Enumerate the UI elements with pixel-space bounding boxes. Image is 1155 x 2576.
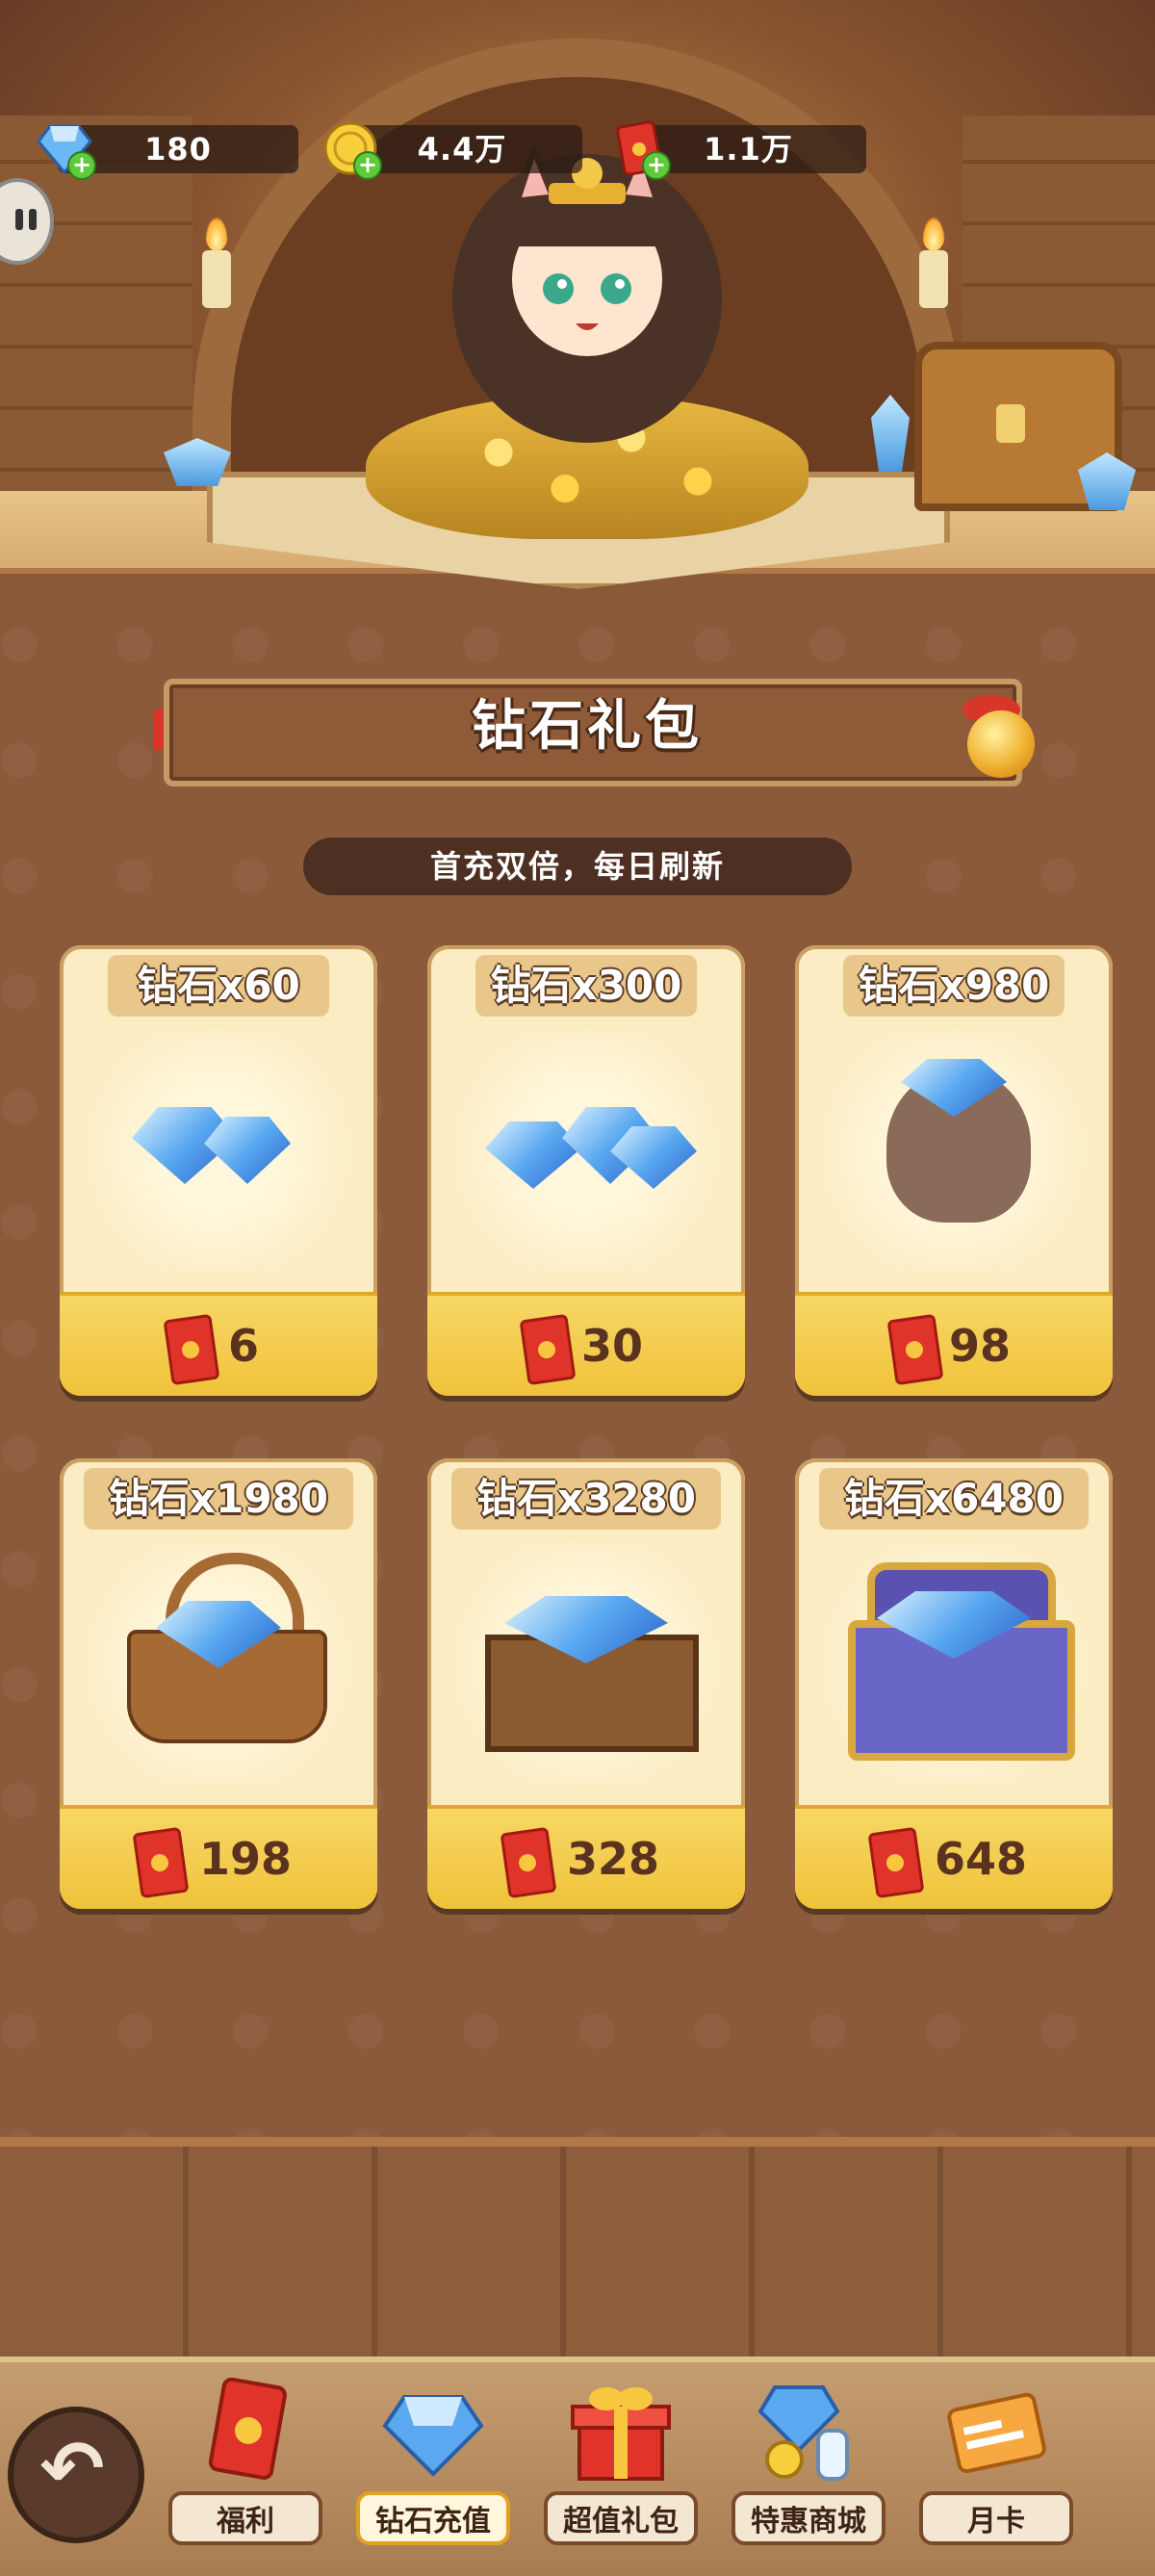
package-card[interactable]: 钻石x3280 328 (427, 1458, 745, 1909)
candle-icon (202, 250, 231, 308)
package-price: 30 (581, 1320, 644, 1372)
candle-icon (919, 250, 948, 308)
package-label: 钻石x3280 (476, 1475, 696, 1522)
bell-icon (967, 710, 1035, 778)
hero-scene (0, 0, 1155, 635)
red-envelope-icon (886, 1313, 944, 1386)
red-envelope-icon (208, 2378, 287, 2480)
diamond-basket-icon (60, 1543, 377, 1784)
nav-item-special-shop[interactable]: 特惠商城 (732, 2378, 886, 2551)
red-envelope-icon (519, 1313, 577, 1386)
diamond-icon (382, 2395, 484, 2477)
package-card[interactable]: 钻石x60 6 (60, 945, 377, 1396)
package-price: 198 (199, 1833, 293, 1885)
back-arrow-icon: ↶ (39, 2424, 105, 2513)
nav-label: 钻石充值 (356, 2491, 510, 2545)
nav-item-value-pack[interactable]: 超值礼包 (544, 2378, 698, 2551)
package-label: 钻石x60 (137, 962, 300, 1009)
package-label: 钻石x300 (490, 962, 682, 1009)
nav-item-welfare[interactable]: 福利 (168, 2378, 322, 2551)
chest-lock-icon (996, 404, 1025, 443)
price-area: 198 (60, 1809, 377, 1909)
nav-label: 特惠商城 (732, 2491, 886, 2545)
diamond-pile-icon (427, 1030, 745, 1271)
package-card[interactable]: 钻石x1980 198 (60, 1458, 377, 1909)
nav-item-diamond-recharge[interactable]: 钻石充值 (356, 2378, 510, 2551)
red-envelope-icon (132, 1826, 190, 1899)
shopkeeper-character-icon (452, 144, 722, 443)
package-price: 328 (567, 1833, 660, 1885)
diamond-icon: + (37, 120, 96, 180)
diamond-treasure-chest-icon (795, 1543, 1113, 1784)
flame-icon (205, 217, 228, 251)
gift-box-icon (571, 2387, 671, 2481)
package-card[interactable]: 钻石x6480 648 (795, 1458, 1113, 1909)
stone-wall-left (0, 116, 192, 529)
package-label: 钻石x6480 (844, 1475, 1064, 1522)
diamond-bag-icon (795, 1030, 1113, 1271)
nav-item-monthly-card[interactable]: 月卡 (919, 2378, 1073, 2551)
package-price: 98 (949, 1320, 1012, 1372)
nav-label: 福利 (168, 2491, 322, 2545)
section-subtitle: 首充双倍，每日刷新 (429, 848, 725, 885)
floor-planks (0, 2137, 1155, 2368)
price-area: 98 (795, 1296, 1113, 1396)
section-title: 钻石礼包 (472, 695, 703, 758)
package-card[interactable]: 钻石x300 30 (427, 945, 745, 1396)
small-diamonds-icon (60, 1030, 377, 1271)
add-envelope-icon[interactable]: + (642, 151, 671, 180)
package-card[interactable]: 钻石x980 98 (795, 945, 1113, 1396)
package-price: 6 (228, 1320, 260, 1372)
shop-goods-icon (757, 2385, 849, 2481)
red-envelope-icon (163, 1313, 220, 1386)
diamond-crate-icon (427, 1543, 745, 1784)
price-area: 6 (60, 1296, 377, 1396)
monthly-card-icon (947, 2392, 1046, 2474)
red-envelope-icon: + (611, 120, 671, 180)
price-area: 30 (427, 1296, 745, 1396)
red-envelope-icon (500, 1826, 557, 1899)
flame-icon (922, 217, 945, 251)
add-gold-icon[interactable]: + (353, 151, 382, 180)
nav-label: 月卡 (919, 2491, 1073, 2545)
nav-label: 超值礼包 (544, 2491, 698, 2545)
package-price: 648 (935, 1833, 1028, 1885)
package-label: 钻石x980 (858, 962, 1050, 1009)
gold-coin-icon: + (322, 120, 382, 180)
red-envelope-icon (867, 1826, 925, 1899)
price-area: 328 (427, 1809, 745, 1909)
package-label: 钻石x1980 (109, 1475, 328, 1522)
add-diamond-icon[interactable]: + (67, 151, 96, 180)
price-area: 648 (795, 1809, 1113, 1909)
